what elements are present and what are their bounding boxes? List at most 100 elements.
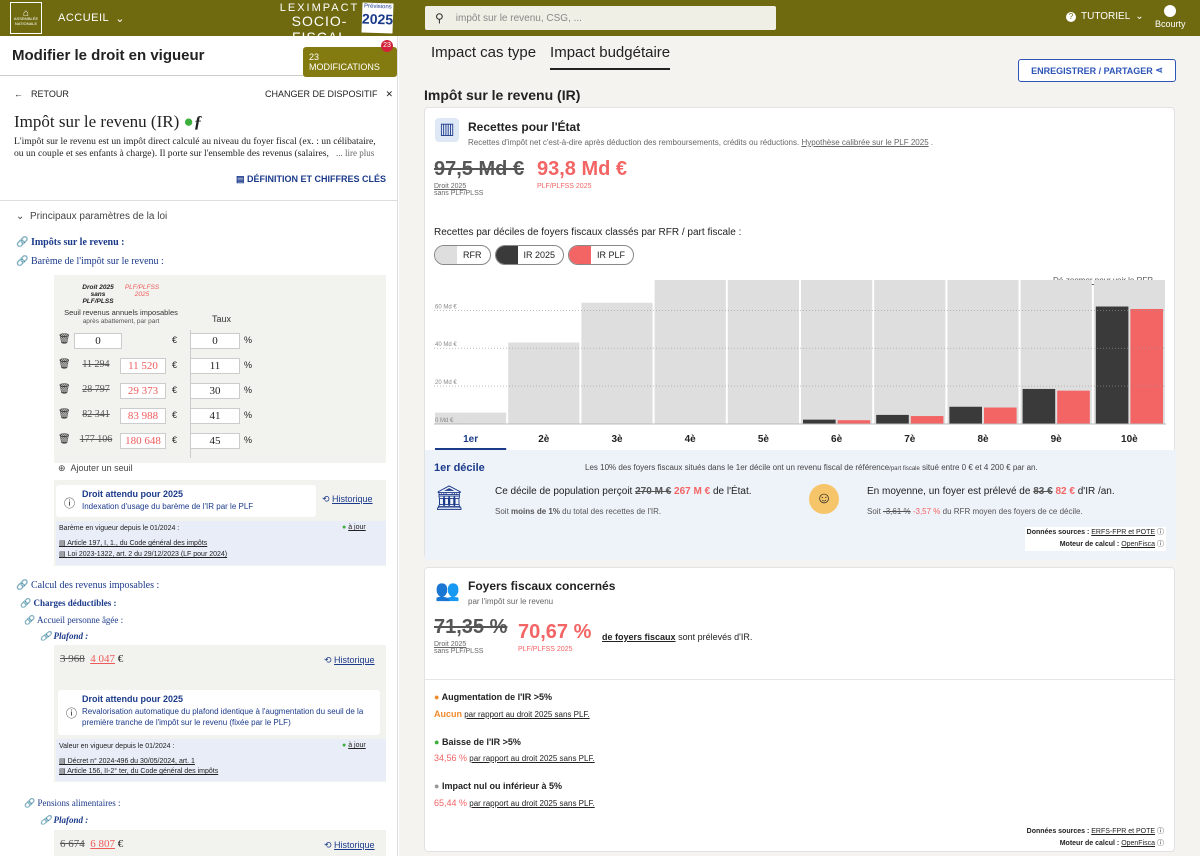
plafond2-value[interactable]: 6 674 6 807 €: [60, 838, 123, 850]
rfr-bar: [801, 280, 873, 424]
definition-link[interactable]: ▤ DÉFINITION ET CHIFFRES CLÉS: [236, 174, 386, 185]
y-tick-label: 20 Md €: [435, 380, 457, 386]
trash-icon[interactable]: 🗑: [58, 334, 71, 345]
rfr-bar: [508, 342, 580, 424]
formula-icon[interactable]: ƒ: [194, 112, 203, 131]
tab-impact-cas-type[interactable]: Impact cas type: [431, 44, 536, 70]
share-button[interactable]: ENREGISTRER / PARTAGER ⋖: [1018, 59, 1176, 82]
bracket-row: 🗑 28 797 29 373 €30%: [54, 382, 386, 402]
bracket-threshold-input[interactable]: 0: [74, 333, 122, 349]
tick-label-9è: 9è: [1051, 434, 1063, 445]
sources-val-2[interactable]: ERFS-FPR et POTE: [1091, 828, 1155, 835]
percent-label: %: [244, 360, 253, 370]
ref-link-2[interactable]: ▤ Loi 2023-1322, art. 2 du 29/12/2023 (L…: [59, 550, 227, 558]
tutorial-menu[interactable]: ? TUTORIEL ⌄: [1066, 11, 1144, 22]
ir2025-bar: [803, 419, 836, 424]
moyenne-sub: Soit -3,61 % -3,57 % du RFR moyen des fo…: [867, 507, 1083, 516]
legend-rfr[interactable]: RFR: [434, 245, 491, 265]
share-icon: ⋖: [1155, 65, 1163, 75]
baisse-line: 34,56 % par rapport au droit 2025 sans P…: [434, 753, 595, 763]
y-tick-label: 40 Md €: [435, 342, 457, 348]
accueil-link[interactable]: 🔗 Accueil personne âgée :: [24, 615, 123, 626]
user-menu[interactable]: Bcourty: [1155, 3, 1186, 29]
modifications-button[interactable]: 23 MODIFICATIONS: [303, 47, 397, 77]
recettes-old-value: 97,5 Md €: [434, 158, 525, 180]
nul-text: par rapport au droit 2025 sans PLF.: [469, 799, 595, 808]
historique-button[interactable]: ⟲ Historique: [322, 494, 373, 505]
recettes-sub: Recettes d'impôt net c'est-à-dire après …: [468, 138, 934, 147]
moteur-val-2[interactable]: OpenFisca: [1121, 840, 1155, 847]
sources-val[interactable]: ERFS-FPR et POTE: [1091, 529, 1155, 536]
legend-irplf[interactable]: IR PLF: [568, 245, 635, 265]
user-icon: [1164, 5, 1177, 17]
params-title: Principaux paramètres de la loi: [29, 211, 168, 222]
plafond-value[interactable]: 3 968 4 047 €: [60, 653, 123, 665]
moyenne-b: d'IR /an.: [1077, 486, 1115, 497]
bracket-rate-input[interactable]: 11: [190, 358, 240, 374]
pensions-link[interactable]: 🔗 Pensions alimentaires :: [24, 798, 120, 809]
moteur-label: Moteur de calcul :: [1059, 541, 1120, 548]
ref-link-4[interactable]: ▤ Article 156, II-2° ter, du Code généra…: [59, 767, 218, 775]
bracket-row: 🗑 177 106 180 648 €45%: [54, 432, 386, 452]
change-dispositif-button[interactable]: CHANGER DE DISPOSITIF ✕: [265, 89, 393, 100]
bracket-threshold-input[interactable]: 83 988: [120, 408, 166, 424]
plafond-link[interactable]: 🔗 Plafond :: [40, 631, 88, 642]
search-input[interactable]: ⚲ impôt sur le revenu, CSG, ...: [425, 6, 776, 30]
add-seuil-button[interactable]: ⊕ Ajouter un seuil: [58, 463, 133, 474]
ref-link-1[interactable]: ▤ Article 197, I, 1., du Code général de…: [59, 539, 207, 547]
bracket-threshold-input[interactable]: 11 520: [120, 358, 166, 374]
decile-detail: 1er décile Les 10% des foyers fiscaux si…: [425, 450, 1176, 560]
expected1-title: Droit attendu pour 2025: [82, 489, 184, 499]
trash-icon[interactable]: 🗑: [58, 409, 71, 420]
foyers-link[interactable]: de foyers fiscaux: [602, 632, 676, 642]
bracket-row: 🗑 11 294 11 520 €11%: [54, 357, 386, 377]
tab-impact-budgetaire[interactable]: Impact budgétaire: [550, 44, 671, 70]
col-seuil: Seuil revenus annuels imposables: [64, 308, 178, 317]
bracket-rate-input[interactable]: 0: [190, 333, 240, 349]
plafond-label: Plafond :: [53, 631, 89, 641]
assemblee-logo[interactable]: ⌂ ASSEMBLÉE NATIONALE: [8, 0, 44, 36]
a-jour-badge: ● à jour: [342, 524, 366, 531]
params-toggle[interactable]: ⌄ Principaux paramètres de la loi: [16, 211, 167, 222]
moyenne-new: 82 €: [1055, 486, 1075, 497]
bareme-link[interactable]: 🔗 Barème de l'impôt sur le revenu :: [16, 256, 164, 267]
baisse-text: par rapport au droit 2025 sans PLF.: [469, 754, 595, 763]
decile-desc1: Les 10% des foyers fiscaux situés dans l…: [585, 463, 890, 472]
historique-label-3: Historique: [334, 840, 375, 850]
moteur-val[interactable]: OpenFisca: [1121, 541, 1155, 548]
foyers-card: 👥 Foyers fiscaux concernés par l'impôt s…: [424, 567, 1176, 852]
bracket-rate-input[interactable]: 30: [190, 383, 240, 399]
home-menu[interactable]: ACCUEIL ⌄: [58, 12, 125, 25]
trash-icon[interactable]: 🗑: [58, 359, 71, 370]
ref-link-3[interactable]: ▤ Décret n° 2024-496 du 30/05/2024, art.…: [59, 757, 195, 765]
trash-icon[interactable]: 🗑: [58, 434, 71, 445]
impots-link[interactable]: 🔗 Impôts sur le revenu :: [16, 237, 124, 248]
help-circle-icon: ⓘ: [64, 498, 75, 510]
bracket-rate-input[interactable]: 45: [190, 433, 240, 449]
percoit-new: 267 M €: [674, 486, 711, 497]
plafond-old: 3 968: [60, 653, 85, 665]
nul-title: ● Impact nul ou inférieur à 5%: [434, 781, 562, 791]
calcul-link[interactable]: 🔗 Calcul des revenus imposables :: [16, 580, 159, 591]
bracket-rate-input[interactable]: 41: [190, 408, 240, 424]
sources-2: Données sources : ERFS-FPR et POTE ⓘ Mote…: [1026, 828, 1164, 847]
bracket-threshold-input[interactable]: 29 373: [120, 383, 166, 399]
bracket-threshold-input[interactable]: 180 648: [120, 433, 166, 449]
tick-label-6è: 6è: [831, 434, 843, 445]
trash-icon[interactable]: 🗑: [58, 384, 71, 395]
legend-ir2025[interactable]: IR 2025: [494, 245, 565, 265]
bracket-old-value: 11 294: [82, 359, 110, 370]
recettes-hyp[interactable]: Hypothèse calibrée sur le PLF 2025: [801, 138, 928, 147]
back-button[interactable]: ← RETOUR: [14, 89, 69, 99]
plafond2-link[interactable]: 🔗 Plafond :: [40, 815, 88, 826]
tick-label-4è: 4è: [685, 434, 697, 445]
historique-button-2[interactable]: ⟲ Historique: [324, 655, 375, 666]
moyenne-sub-new: -3,57 %: [912, 507, 941, 516]
pensions-label: Pensions alimentaires :: [37, 798, 121, 808]
impots-label: Impôts sur le revenu :: [30, 237, 125, 248]
read-more-link[interactable]: ... lire plus: [336, 148, 375, 158]
legend-ir-label: IR 2025: [523, 250, 556, 260]
historique-button-3[interactable]: ⟲ Historique: [324, 840, 375, 851]
irplf-bar: [984, 407, 1017, 424]
charges-link[interactable]: 🔗 Charges déductibles :: [20, 598, 116, 609]
